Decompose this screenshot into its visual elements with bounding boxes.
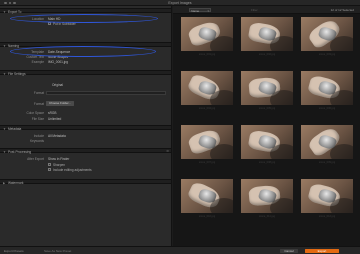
disclosure-triangle-icon[interactable]: ▼: [3, 150, 6, 154]
section-label: Export To: [8, 9, 22, 14]
format-key-row: Format: [0, 90, 171, 95]
after-export-value[interactable]: Show in Finder: [48, 157, 69, 161]
section-label: File Settings: [8, 71, 26, 76]
section-header-export-to[interactable]: ▼ Export To: [0, 8, 171, 14]
shadow-shape: [329, 89, 353, 105]
image-thumbnail[interactable]: [181, 179, 233, 213]
save-preset-link[interactable]: Save As New Preset: [44, 249, 71, 253]
image-thumbnail[interactable]: [241, 17, 293, 51]
thumbnail-label: stone_005.jpg: [258, 107, 276, 110]
thumbnail-label: stone_008.jpg: [258, 161, 276, 164]
example-label: Example: [31, 59, 44, 64]
format-row: Original: [0, 82, 171, 87]
filter-input[interactable]: Filter: [251, 8, 258, 12]
format-field[interactable]: [46, 90, 166, 95]
thumbnail-label: stone_007.jpg: [198, 161, 216, 164]
image-thumbnail[interactable]: [181, 71, 233, 105]
section-label: Watermark: [8, 180, 24, 185]
keywords-row: Keywords: [0, 138, 171, 143]
color-space-row: Color Space sRGB: [0, 110, 171, 115]
thumbnail-label: stone_012.jpg: [318, 215, 336, 218]
keywords-label: Keywords: [30, 138, 44, 143]
disclosure-triangle-icon[interactable]: ▼: [3, 44, 6, 48]
section-label: Post-Processing: [8, 149, 32, 154]
shadow-shape: [209, 143, 233, 159]
format-label: Format: [33, 90, 44, 95]
image-thumbnail[interactable]: [241, 179, 293, 213]
image-browser-panel: Name ▾ Filter 12 of 12 Selected stone_00…: [173, 6, 360, 246]
folder-label: Format: [33, 101, 44, 106]
adjustments-checkbox[interactable]: [48, 168, 51, 171]
section-header-watermark[interactable]: ▶ Watermark: [0, 179, 171, 185]
thumbnail-label: stone_006.jpg: [318, 107, 336, 110]
image-thumbnail[interactable]: [241, 71, 293, 105]
format-value[interactable]: Original: [52, 83, 63, 87]
choose-folder-button[interactable]: Choose Folder...: [46, 101, 74, 106]
disclosure-triangle-icon[interactable]: ▼: [3, 72, 6, 76]
thumbnail-label: stone_004.jpg: [198, 107, 216, 110]
file-size-label: File Size: [31, 116, 44, 121]
disclosure-triangle-icon[interactable]: ▼: [3, 10, 6, 14]
template-highlight-oval: [10, 46, 156, 57]
selection-count: 12 of 12 Selected: [330, 8, 354, 13]
window-title: Export Images: [168, 1, 192, 6]
example-row: Example IMG_0001.jpg: [0, 59, 171, 64]
thumbnail-label: stone_002.jpg: [258, 53, 276, 56]
section-header-post-processing[interactable]: ▼ Post-Processing ⚙: [0, 148, 171, 154]
shadow-shape: [329, 35, 353, 51]
sort-select-value: Name: [191, 8, 200, 13]
after-export-row: After Export Show in Finder: [0, 156, 171, 161]
export-presets-label[interactable]: Export Presets: [4, 249, 24, 253]
section-label: Naming: [8, 43, 19, 48]
shadow-shape: [269, 35, 293, 51]
shadow-shape: [269, 89, 293, 105]
example-value: IMG_0001.jpg: [48, 59, 69, 64]
chevron-down-icon: ▾: [207, 8, 209, 13]
image-thumbnail[interactable]: [301, 71, 353, 105]
export-settings-panel: ▼ Export To Location Main HD Put in Subf…: [0, 6, 172, 246]
shadow-shape: [209, 89, 233, 105]
image-thumbnail[interactable]: [181, 125, 233, 159]
shadow-shape: [209, 197, 233, 213]
sort-select[interactable]: Name ▾: [189, 7, 211, 13]
image-thumbnail[interactable]: [241, 125, 293, 159]
section-header-file-settings[interactable]: ▼ File Settings: [0, 70, 171, 76]
file-size-value[interactable]: Unlimited: [48, 117, 61, 121]
disclosure-triangle-icon[interactable]: ▶: [3, 181, 5, 185]
disclosure-triangle-icon[interactable]: ▼: [3, 127, 6, 131]
image-thumbnail[interactable]: [301, 17, 353, 51]
location-highlight-oval: [10, 14, 158, 23]
choose-folder-row: Format Choose Folder...: [0, 101, 171, 106]
bottom-bar: Export Presets Save As New Preset Cancel…: [0, 246, 360, 254]
cancel-button[interactable]: Cancel: [280, 248, 298, 254]
adjustments-row: Include editing adjustments: [0, 167, 171, 172]
section-label: Metadata: [8, 126, 22, 131]
thumbnail-label: stone_011.jpg: [258, 215, 276, 218]
thumbnail-label: stone_010.jpg: [198, 215, 216, 218]
shadow-shape: [269, 197, 293, 213]
adjustments-label: Include editing adjustments: [53, 167, 92, 172]
gear-icon[interactable]: ⚙: [166, 149, 169, 153]
color-space-label: Color Space: [26, 110, 44, 115]
image-thumbnail[interactable]: [301, 179, 353, 213]
thumbnail-label: stone_003.jpg: [318, 53, 336, 56]
image-thumbnail[interactable]: [301, 125, 353, 159]
file-size-row: File Size Unlimited: [0, 116, 171, 121]
shadow-shape: [329, 197, 353, 213]
shadow-shape: [329, 143, 353, 159]
after-export-label: After Export: [27, 156, 44, 161]
browser-toolbar: Name ▾ Filter 12 of 12 Selected: [173, 6, 360, 14]
color-space-value[interactable]: sRGB: [48, 111, 57, 115]
shadow-shape: [269, 143, 293, 159]
section-header-metadata[interactable]: ▼ Metadata: [0, 125, 171, 131]
thumbnail-label: stone_001.jpg: [198, 53, 216, 56]
export-button[interactable]: Export: [305, 248, 339, 254]
sharpen-checkbox[interactable]: [48, 163, 51, 166]
shadow-shape: [209, 35, 233, 51]
thumbnail-label: stone_009.jpg: [318, 161, 336, 164]
image-thumbnail[interactable]: [181, 17, 233, 51]
